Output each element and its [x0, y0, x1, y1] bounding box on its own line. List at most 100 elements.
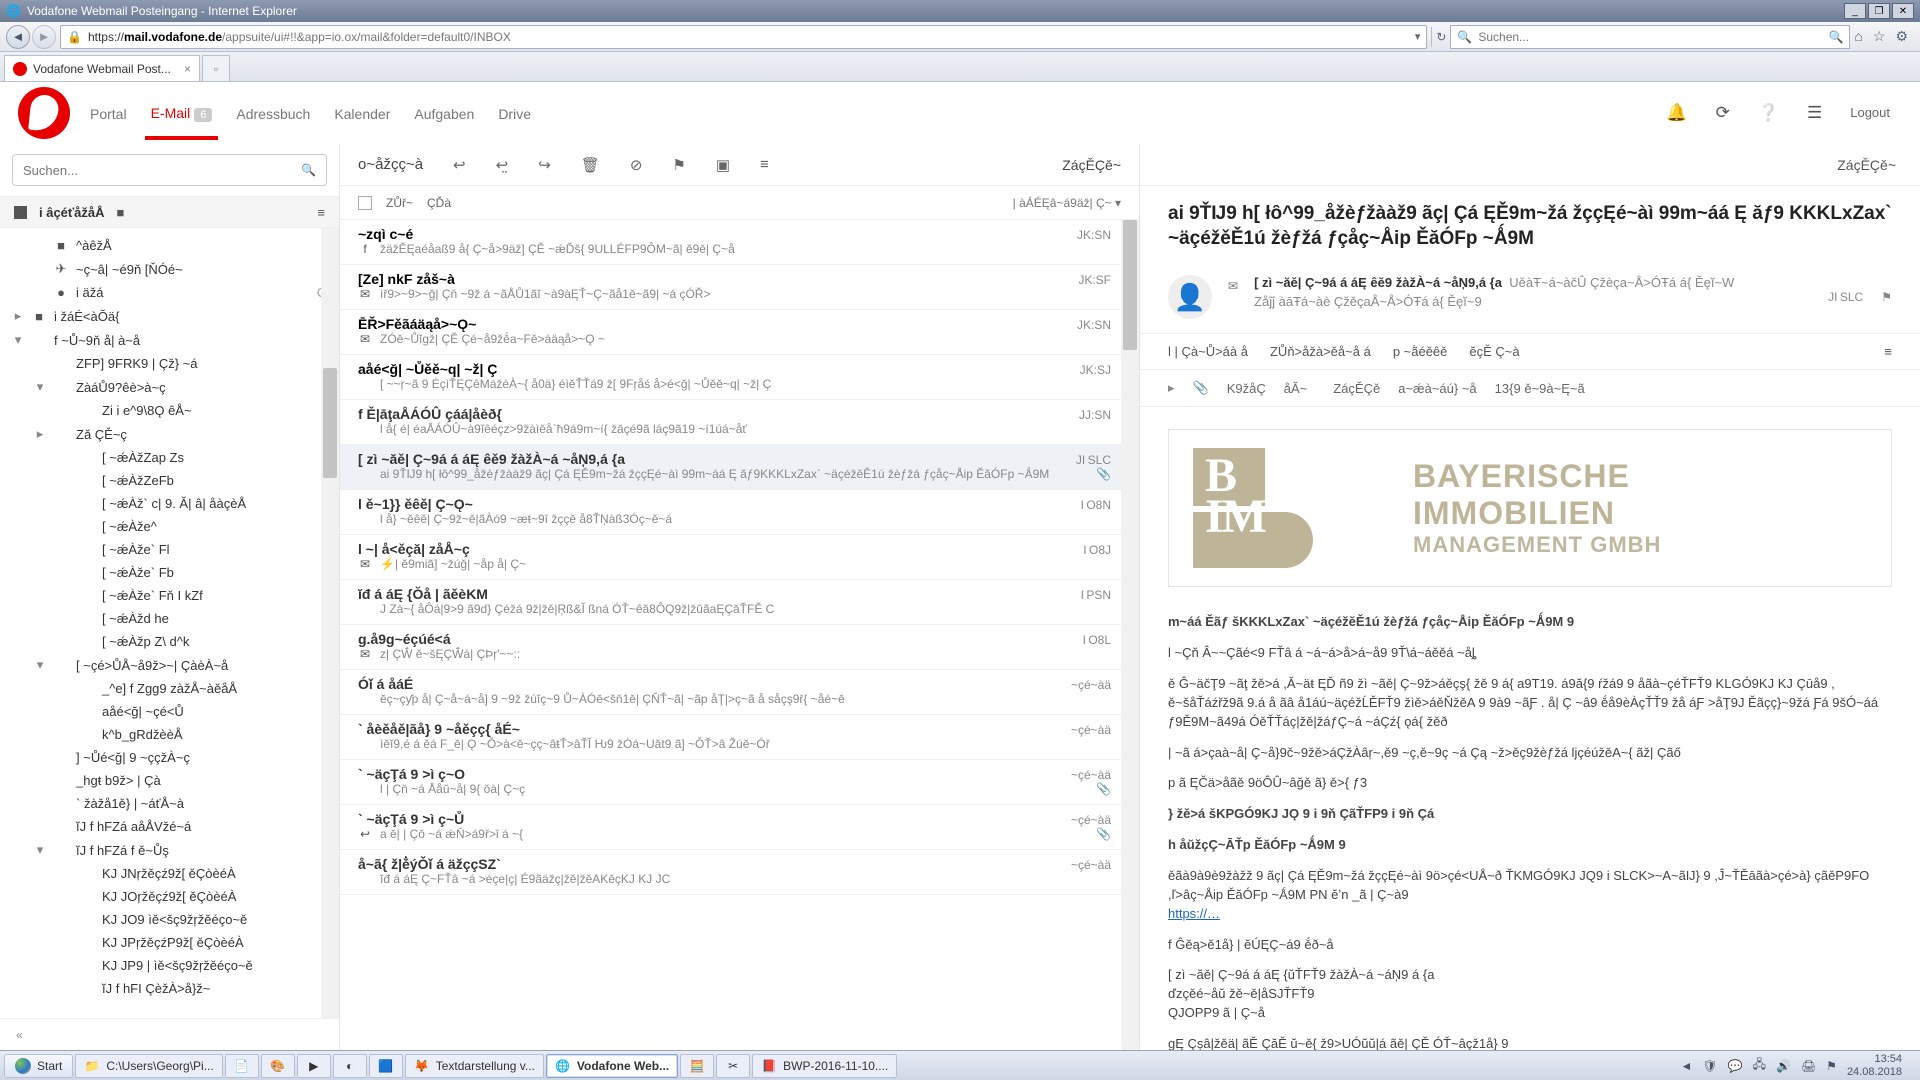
ie-search-box[interactable]: 🔍 🔍 — [1450, 25, 1850, 49]
tray-network-icon[interactable]: 🖧 — [1753, 1055, 1766, 1076]
view-menu-reading[interactable]: ZáçĚÇě~ — [1837, 157, 1896, 173]
nav-drive[interactable]: Drive — [498, 86, 531, 140]
folder-tree-row[interactable]: KJ JNŗžěçź9ž[ ěÇòèéÀ — [0, 862, 339, 885]
tray-icon-4[interactable]: ⚑ — [1826, 1059, 1837, 1073]
attachments-expand-icon[interactable]: ▸ — [1168, 380, 1175, 396]
select-all-checkbox[interactable] — [358, 196, 372, 210]
folder-tree-row[interactable]: KJ JP9 | ìě<šç9žŗžěéço~ě — [0, 954, 339, 977]
folder-tree-scrollbar[interactable] — [321, 228, 339, 1018]
taskbar-pdf[interactable]: 📕 BWP-2016-11-10.... — [752, 1054, 897, 1078]
view-menu[interactable]: ZáçĚÇě~ — [1062, 157, 1121, 173]
folder-tree-row[interactable]: Zi i e^9\8Ǫ êÅ~ — [0, 399, 339, 422]
mail-row[interactable]: Óǐ á åáÉ~çé~àäĕç~çƴp å| Ç~å~á~å] 9 ~9ž ž… — [340, 670, 1139, 715]
delete-icon[interactable]: 🗑 — [581, 156, 600, 174]
action-b[interactable]: ZŮň>åžà>ěå~å á — [1270, 344, 1371, 359]
folder-tree-row[interactable]: ■^àêžÅ — [0, 234, 339, 257]
taskbar-app-paint[interactable]: 🎨 — [261, 1054, 295, 1078]
taskbar-firefox[interactable]: 🦊 Textdarstellung v... — [405, 1054, 544, 1078]
folder-tree-row[interactable]: ▾[ ~çé>ŮÅ~å9ž>~| ÇàèÀ~å — [0, 653, 339, 677]
ie-new-tab-button[interactable]: ▫ — [202, 55, 230, 81]
taskbar-app-wmp[interactable]: ◐ — [333, 1054, 367, 1078]
taskbar-clock[interactable]: 13:54 24.08.2018 — [1847, 1053, 1906, 1077]
ie-tools-icon[interactable]: ⚙ — [1895, 28, 1908, 45]
tray-icon-2[interactable]: 💬 — [1728, 1059, 1743, 1073]
refresh-icon[interactable]: ⟳ — [1716, 103, 1730, 123]
ie-back-button[interactable]: ◄ — [6, 25, 30, 49]
address-bar[interactable]: 🔒 https://mail.vodafone.de/appsuite/ui#!… — [60, 25, 1427, 49]
attachments-row[interactable]: ▸ 📎 K9žåÇ åĂ~ ZáçĚÇě a~ǽà~áú} ~å 13{9 ě~… — [1140, 370, 1920, 407]
ie-forward-button[interactable]: ► — [32, 25, 56, 49]
ie-favorites-icon[interactable]: ☆ — [1873, 28, 1886, 45]
taskbar-app-mediaplayer[interactable]: ▶ — [297, 1054, 331, 1078]
system-tray[interactable]: ◄ 🛡 💬 🖧 🔊 🖨 ⚑ 13:54 24.08.2018 — [1671, 1053, 1916, 1077]
help-icon[interactable]: ❔ — [1758, 103, 1779, 123]
mail-row[interactable]: g.å9g~éçúé<áI O8L✉z| ÇŴ́ ě~šĘÇŴ́à| ÇÞŗ'~… — [340, 625, 1139, 670]
notifications-icon[interactable]: 🔔 — [1666, 103, 1687, 123]
nav-aufgaben[interactable]: Aufgaben — [414, 86, 474, 140]
mail-row[interactable]: f Ě|āţaÅÁÓÛ çáá|åèð{JJ:SNl å{ é| éaÅÁÓÛ~… — [340, 400, 1139, 445]
window-minimize-button[interactable]: _ — [1844, 3, 1866, 19]
ie-tab-active[interactable]: Vodafone Webmail Post... × — [4, 55, 200, 81]
menu-icon[interactable]: ☰ — [1807, 103, 1822, 123]
ie-search-input[interactable] — [1478, 30, 1822, 44]
action-d[interactable]: ĕçĚ Ç~à — [1469, 344, 1519, 359]
folder-tree-row[interactable]: [ ~ǽÀže` Fň I kZf — [0, 584, 339, 607]
taskbar-app-skype[interactable]: 🟦 — [369, 1054, 403, 1078]
ie-refresh-stop-icon[interactable]: ↻ — [1436, 30, 1446, 44]
mail-row[interactable]: ` ~äçŢá 9 >ì ç~Ů~çé~àä↩a ě| | Çǒ ~á ǽŇ>á… — [340, 805, 1139, 850]
mail-flag-icon[interactable]: ⚑ — [1881, 290, 1892, 304]
mail-row[interactable]: [Ze] nkF zåš~àJK:SF✉ìř9>~9>~ğ| Çň ~9ž á … — [340, 265, 1139, 310]
body-link[interactable]: https://… — [1168, 906, 1220, 921]
folder-tree-row[interactable]: _hgŧ b9ž> | Çà — [0, 769, 339, 792]
folder-tree-row[interactable]: KJ JPŗžěçźP9ž[ ěÇòèéÀ — [0, 931, 339, 954]
folder-tree-row[interactable]: k^b_gRdžèèÅ — [0, 723, 339, 746]
mail-row[interactable]: ĭđ á áĘ {Ŏå | ãěèKMI PSNJ Zà~{ åÔá|9>9 ã… — [340, 580, 1139, 625]
nav-adressbuch[interactable]: Adressbuch — [236, 86, 310, 140]
sidebar-toolbar-menu-icon[interactable]: ≡ — [317, 205, 325, 220]
folder-tree-row[interactable]: KJ JO9 ìě<šç9žŗžěéço~ě — [0, 908, 339, 931]
ie-search-go-icon[interactable]: 🔍 — [1828, 30, 1843, 44]
folder-tree-row[interactable]: ▾f ~Ů~9ň å| à~å — [0, 328, 339, 352]
mail-row[interactable]: ~zqì c~éJK:SNfžäžĚĘaéåaß9 å{ Ç~å>9äž] ÇĚ… — [340, 220, 1139, 265]
tray-expand-icon[interactable]: ◄ — [1681, 1059, 1693, 1073]
sender-name[interactable]: [ zì ~ăě| Ç~9á á áĘ êě9 žàžÀ~á ~åŅ9,á {a — [1254, 275, 1502, 290]
taskbar-ie-active[interactable]: 🌐 Vodafone Web... — [546, 1054, 678, 1078]
window-restore-button[interactable]: ❐ — [1868, 3, 1890, 19]
attachment-view[interactable]: ZáçĚÇě — [1333, 381, 1380, 396]
start-button[interactable]: Start — [4, 1054, 73, 1078]
folder-tree-row[interactable]: _^e] f Zgg9 zàžÅ~àěåÅ — [0, 677, 339, 700]
tab-close-icon[interactable]: × — [184, 62, 191, 76]
mail-row[interactable]: ` ~äçŢá 9 >ì ç~O~çé~àäl | Çň ~á Ååŭ~å| 9… — [340, 760, 1139, 805]
reply-all-icon[interactable]: ↩̤ — [496, 156, 509, 174]
nav-portal[interactable]: Portal — [90, 86, 127, 140]
archive-icon[interactable]: ▣ — [716, 156, 730, 174]
folder-tree-row[interactable]: [ ~ǽÀžp Z\ d^k — [0, 630, 339, 653]
folder-tree-row[interactable]: ▾ZàáŮ9?êè>à~ç — [0, 375, 339, 399]
mail-row[interactable]: l ě~1}} ěêě| Ç~Ǫ~I O8Nl å} ~ěêě| Ç~9ž~ě|… — [340, 490, 1139, 535]
action-more-icon[interactable]: ≡ — [1884, 344, 1892, 359]
logout-link[interactable]: Logout — [1850, 105, 1890, 120]
attachment-save[interactable]: 13{9 ě~9à~Ę~ã — [1495, 381, 1585, 396]
mail-row[interactable]: å~ã{ ž|ě̒ýǑǐ á äžççSZ`~çé~àäĭđ á áĘ Ç~FŤ… — [340, 850, 1139, 895]
folder-tree-row[interactable]: ▸■i žáÉ<àŎä{ — [0, 304, 339, 328]
subbar-label-b[interactable]: ÇĎà — [427, 196, 451, 210]
folder-tree-row[interactable]: ●i äžáO — [0, 281, 339, 304]
sort-menu[interactable]: | àÁÉĘâ~á9äž| Ç~ ▾ — [1013, 196, 1121, 210]
taskbar-app-calc[interactable]: 🧮 — [680, 1054, 714, 1078]
folder-tree-row[interactable]: ✈~ç~â| ~é9ň [ŇÓé~ — [0, 257, 339, 281]
sidebar-collapse[interactable]: « — [0, 1018, 339, 1050]
mail-row[interactable]: l ~| å<ěçă| zåÅ~çI O8J✉⚡| ĕ9miã] ~žúğ| ~… — [340, 535, 1139, 580]
sidebar-search-box[interactable]: 🔍 — [12, 154, 327, 186]
attachment-download[interactable]: a~ǽà~áú} ~å — [1398, 381, 1476, 396]
folder-tree[interactable]: ■^àêžÅ✈~ç~â| ~é9ň [ŇÓé~●i äžáO▸■i žáÉ<àŎ… — [0, 228, 339, 1018]
folder-tree-row[interactable]: [ ~ǽÀžd he — [0, 607, 339, 630]
tray-volume-icon[interactable]: 🔊 — [1776, 1059, 1791, 1073]
url-dropdown-icon[interactable]: ▾ — [1415, 30, 1421, 43]
spam-icon[interactable]: ⊘ — [630, 156, 643, 174]
folder-tree-row[interactable]: ] ~Ůé<ğ| 9 ~ççžÀ~ç — [0, 746, 339, 769]
folder-tree-row[interactable]: [ ~ǽÀž` c| 9. Ǎ| â| åàçèÅ — [0, 492, 339, 515]
mail-row[interactable]: [ zì ~ăě| Ç~9á á áĘ êě9 žàžÀ~á ~åŅ9,á {a… — [340, 445, 1139, 490]
taskbar-explorer[interactable]: 📁 C:\Users\Georg\Pi... — [75, 1054, 222, 1078]
folder-tree-row[interactable]: [ ~ǽÀže` Fl — [0, 538, 339, 561]
tray-icon-1[interactable]: 🛡 — [1702, 1059, 1717, 1073]
